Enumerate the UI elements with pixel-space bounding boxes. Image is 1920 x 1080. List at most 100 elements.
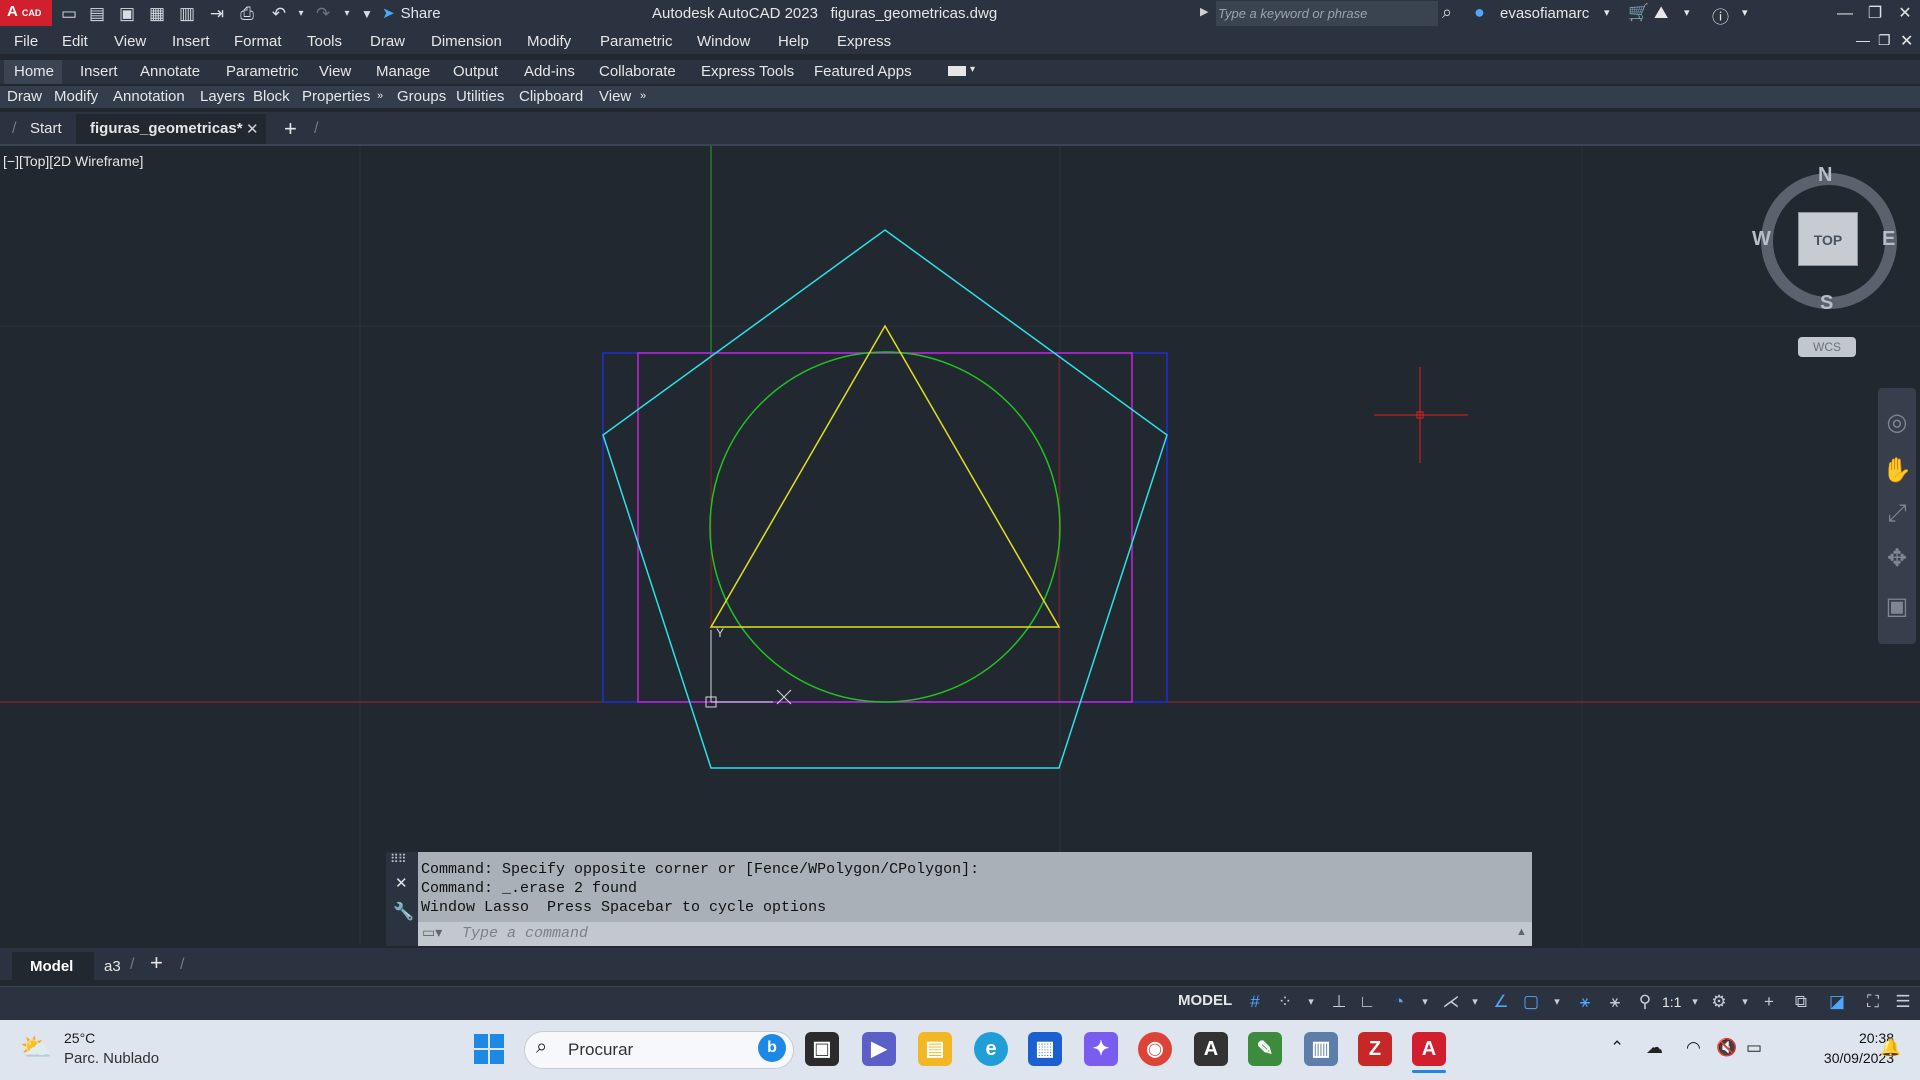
show-hidden-icons[interactable]: ⌃ (1610, 1038, 1624, 1058)
file-explorer-icon[interactable]: ▤ (918, 1032, 952, 1066)
workspace-gear-icon[interactable]: ⚙ (1708, 990, 1730, 1014)
weather-description[interactable]: Parc. Nublado (64, 1050, 159, 1067)
grip-icon[interactable]: ⠿⠿ (390, 852, 407, 866)
model-space-toggle[interactable]: MODEL (1178, 992, 1238, 1014)
annotation-scale-value[interactable]: 1:1 (1662, 994, 1681, 1010)
panel-groups[interactable]: Groups (397, 88, 446, 105)
user-dropdown-icon[interactable]: ▾ (1604, 6, 1610, 19)
wcs-menu-button[interactable]: WCS (1798, 337, 1856, 357)
ribbon-tab-output[interactable]: Output (453, 63, 498, 80)
help-icon[interactable]: ⓘ (1712, 3, 1729, 28)
steering-wheel-icon[interactable]: ◎ (1882, 408, 1912, 438)
snap-mode-icon[interactable]: ⁘ (1274, 990, 1296, 1014)
viewcube-top-face[interactable]: TOP (1798, 212, 1858, 266)
menu-help[interactable]: Help (778, 33, 809, 50)
task-view-icon[interactable]: ▣ (805, 1032, 839, 1066)
grid-display-icon[interactable]: # (1244, 990, 1266, 1014)
command-line-handle[interactable]: ⠿⠿ ✕ 🔧 (386, 852, 418, 946)
ribbon-minimize-icon[interactable] (948, 66, 966, 76)
units-icon[interactable]: ⧉ (1790, 990, 1812, 1014)
infer-constraints-icon[interactable]: ⊥ (1328, 990, 1350, 1014)
civil-3d-icon[interactable]: ▥ (1304, 1032, 1338, 1066)
annotation-scale-icon[interactable]: ⚲ (1634, 990, 1656, 1014)
user-icon[interactable]: ● (1474, 2, 1485, 23)
triangle-shape[interactable] (709, 324, 1061, 628)
customize-wrench-icon[interactable]: 🔧 (393, 902, 414, 922)
layout-tab-model[interactable]: Model (12, 952, 94, 980)
help-search-input[interactable]: Type a keyword or phrase (1216, 1, 1438, 26)
windows-start-icon[interactable] (474, 1034, 504, 1064)
clock-date[interactable]: 30/09/2023 (1784, 1050, 1894, 1066)
command-input[interactable]: Type a command (418, 922, 1532, 946)
zoom-extents-icon[interactable]: ⤢ (1882, 500, 1912, 530)
menu-express[interactable]: Express (837, 33, 891, 50)
new-file-icon[interactable]: ▭ (58, 4, 80, 24)
layout-tab-a3[interactable]: a3 (104, 958, 121, 975)
help-dropdown-icon[interactable]: ▾ (1742, 6, 1748, 19)
polar-dropdown-icon[interactable]: ▾ (1414, 990, 1436, 1014)
customize-toolbar-icon[interactable]: ▼ (356, 4, 378, 24)
autocad-launcher-icon[interactable]: A (1194, 1032, 1228, 1066)
panel-annotation[interactable]: Annotation (113, 88, 185, 105)
copilot-icon[interactable]: ✦ (1084, 1032, 1118, 1066)
ribbon-tab-manage[interactable]: Manage (376, 63, 430, 80)
taskbar-search-box[interactable] (524, 1031, 794, 1069)
properties-expand-icon[interactable]: » (377, 90, 383, 102)
close-window-button[interactable]: ✕ (1890, 2, 1920, 26)
compass-north[interactable]: N (1818, 164, 1832, 187)
menu-modify[interactable]: Modify (527, 33, 571, 50)
workspace-dropdown-icon[interactable]: ▾ (1734, 990, 1756, 1014)
isodraft-dropdown-icon[interactable]: ▾ (1464, 990, 1486, 1014)
app-dropdown-icon[interactable]: ▾ (1684, 6, 1690, 19)
command-history-expand-icon[interactable]: ▲ (1516, 926, 1527, 938)
tab-figuras-geometricas[interactable]: figuras_geometricas* ✕ (76, 114, 266, 144)
menu-view[interactable]: View (114, 33, 146, 50)
map-3d-icon[interactable]: ✎ (1248, 1032, 1282, 1066)
bing-chat-icon[interactable]: b (758, 1034, 786, 1062)
osnap-dropdown-icon[interactable]: ▾ (1546, 990, 1568, 1014)
tab-start[interactable]: Start (30, 120, 62, 137)
user-name[interactable]: evasofiamarc (1500, 5, 1589, 22)
circle-shape[interactable] (709, 351, 1061, 703)
panel-clipboard[interactable]: Clipboard (519, 88, 583, 105)
ortho-mode-icon[interactable]: ∟ (1356, 990, 1378, 1014)
app-logo[interactable]: A CAD (0, 0, 52, 26)
taskbar-search-placeholder[interactable]: Procurar (568, 1040, 633, 1060)
ribbon-tab-featured-apps[interactable]: Featured Apps (814, 63, 912, 80)
panel-utilities[interactable]: Utilities (456, 88, 504, 105)
recent-commands-icon[interactable]: ▭▾ (422, 924, 442, 941)
battery-icon[interactable]: ▭ (1746, 1038, 1762, 1058)
chrome-icon[interactable]: ◉ (1138, 1032, 1172, 1066)
weather-icon[interactable]: ⛅ (20, 1032, 52, 1063)
save-as-icon[interactable]: ▦ (146, 4, 168, 24)
redo-dropdown-icon[interactable]: ▾ (336, 4, 358, 24)
menu-draw[interactable]: Draw (370, 33, 405, 50)
auto-scale-icon[interactable]: ⚹ (1604, 990, 1626, 1014)
undo-icon[interactable]: ↶ (268, 4, 290, 24)
autodesk-app-icon[interactable]: ⛰ (1654, 3, 1668, 23)
panel-view[interactable]: View (599, 88, 631, 105)
menu-dimension[interactable]: Dimension (431, 33, 502, 50)
clean-screen-icon[interactable]: ⛶ (1862, 990, 1884, 1014)
ribbon-tab-add-ins[interactable]: Add-ins (524, 63, 575, 80)
view-expand-icon[interactable]: » (640, 90, 646, 102)
plot-icon[interactable]: ⎙ (236, 4, 258, 24)
search-icon[interactable]: ⌕ (1442, 2, 1452, 23)
search-expand-icon[interactable]: ▶ (1200, 5, 1208, 18)
doc-minimize-button[interactable]: — (1856, 32, 1870, 48)
isodraft-icon[interactable]: ⋌ (1440, 990, 1462, 1014)
object-snap-tracking-icon[interactable]: ∠ (1490, 990, 1512, 1014)
drawing-canvas[interactable]: Y (0, 146, 1920, 946)
ribbon-tab-insert[interactable]: Insert (80, 63, 118, 80)
ribbon-tab-collaborate[interactable]: Collaborate (599, 63, 676, 80)
ribbon-tab-parametric[interactable]: Parametric (226, 63, 299, 80)
annotation-monitor-icon[interactable]: + (1758, 990, 1780, 1014)
wifi-icon[interactable]: ◠ (1686, 1038, 1701, 1058)
rectangle-blue[interactable] (602, 352, 1168, 703)
open-folder-icon[interactable]: ▤ (86, 4, 108, 24)
redo-icon[interactable]: ↷ (312, 4, 334, 24)
doc-restore-button[interactable]: ❐ (1878, 32, 1891, 49)
minimize-window-button[interactable]: — (1830, 2, 1860, 26)
menu-edit[interactable]: Edit (62, 33, 88, 50)
compass-east[interactable]: E (1882, 228, 1895, 251)
